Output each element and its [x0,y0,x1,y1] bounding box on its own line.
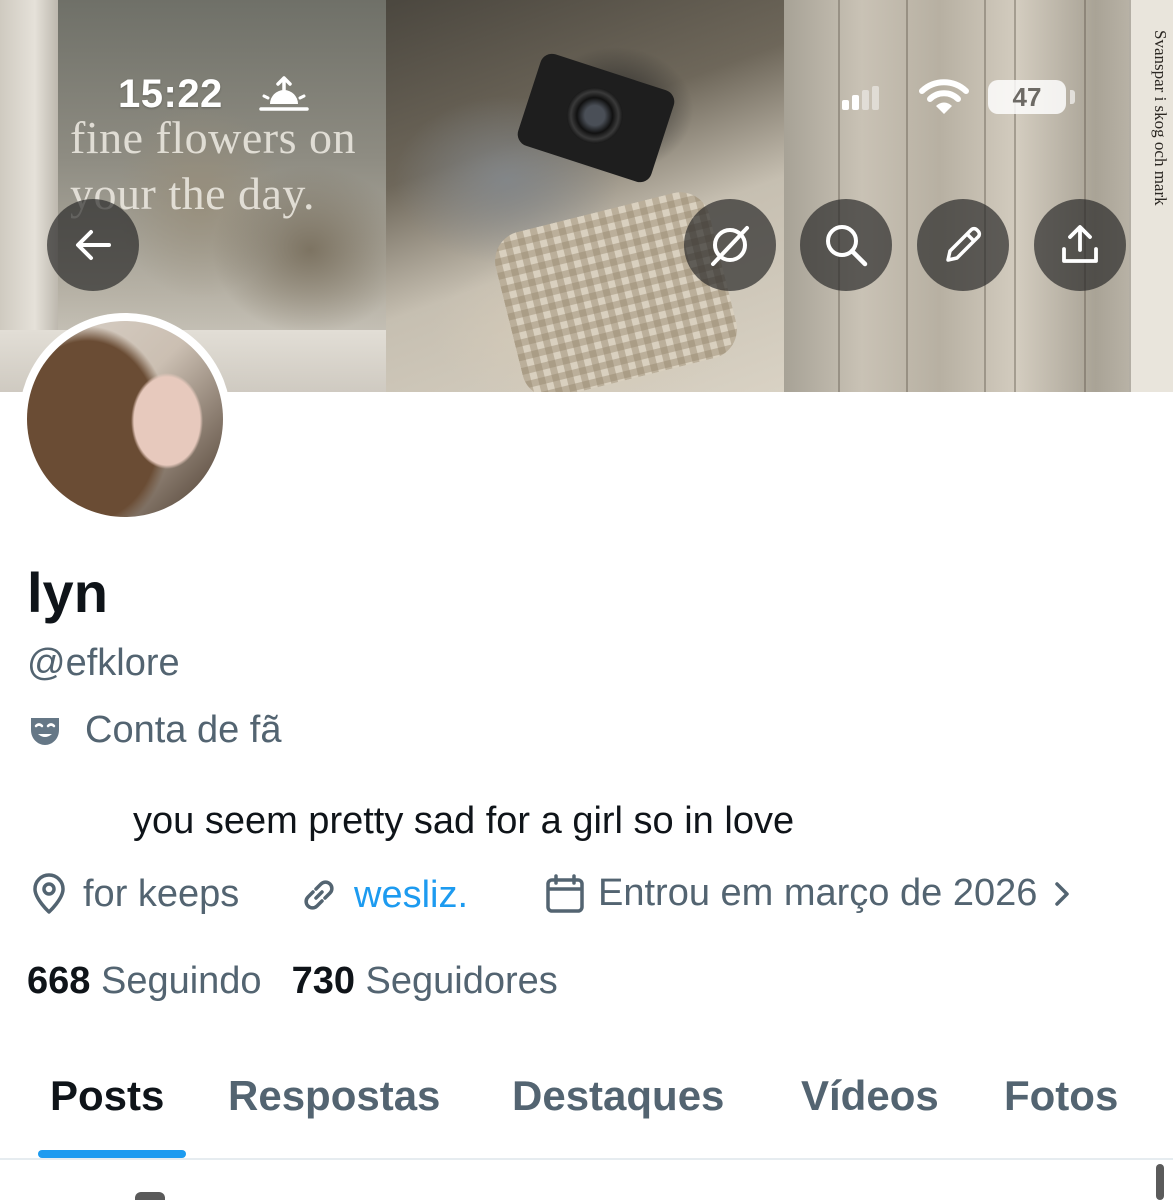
wifi-icon [919,79,969,114]
search-icon [826,225,868,267]
profile-website[interactable]: wesliz. [296,872,468,918]
book-spine [838,0,900,392]
arrow-left-icon [76,230,111,260]
scrollbar[interactable] [1156,1164,1164,1200]
back-button[interactable] [47,199,139,291]
sunrise-icon [259,76,309,111]
avatar[interactable] [19,313,231,525]
share-icon [1062,225,1098,263]
pencil-icon [946,226,982,262]
followers-stat[interactable]: 730 Seguidores [292,960,558,1002]
book-spine [1014,0,1076,392]
avatar-image [27,321,223,517]
link-icon [304,880,334,910]
profile-category: Conta de fã [27,709,281,752]
profile-bio: you seem pretty sad for a girl so in lov… [133,800,795,842]
tabs-divider [0,1158,1173,1160]
joined-label: Entrou em março de 2026 [598,872,1038,914]
pinned-icon [135,1192,165,1200]
website-link[interactable]: wesliz. [354,874,468,917]
location-pin-icon [33,873,65,914]
cellular-signal-icon [842,86,879,110]
followers-count: 730 [291,960,355,1002]
edit-button[interactable] [917,199,1009,291]
profile-joined-date[interactable]: Entrou em março de 2026 [544,872,1075,915]
followers-label: Seguidores [365,960,558,1002]
search-button[interactable] [800,199,892,291]
tab-highlights[interactable]: Destaques [512,1072,724,1120]
category-label: Conta de fã [85,709,282,751]
tab-replies[interactable]: Respostas [228,1072,440,1120]
grok-icon [711,226,749,266]
following-label: Seguindo [100,960,262,1002]
share-button[interactable] [1034,199,1126,291]
following-stat[interactable]: 668 Seguindo [27,960,262,1002]
book-spine [984,0,1016,392]
following-count: 668 [27,960,91,1002]
grok-button[interactable] [684,199,776,291]
banner-window-photo: fine flowers on your the day. [0,0,386,392]
book-spine [906,0,978,392]
banner-camera-photo [386,0,784,392]
calendar-icon [546,873,584,913]
location-label: for keeps [83,872,240,915]
chevron-right-icon [1055,881,1070,906]
camera-image [514,50,678,186]
display-name: lyn [27,561,108,624]
active-tab-indicator [38,1150,186,1158]
banner-books-photo [784,0,1173,392]
tab-photos[interactable]: Fotos [1004,1072,1118,1120]
profile-location: for keeps [27,872,239,916]
profile-tabs: Posts Respostas Destaques Vídeos Fotos [0,1060,1173,1160]
status-time: 15:22 [118,72,223,116]
camera-lens [559,80,630,151]
book-spine-title: Svanspar i skog och mark [1151,30,1170,206]
battery-tip [1070,90,1075,104]
follow-stats: 668 Seguindo 730 Seguidores [27,960,558,1003]
username-handle: @efklore [27,642,180,684]
tab-videos[interactable]: Vídeos [801,1072,939,1120]
tab-posts[interactable]: Posts [50,1072,164,1120]
battery-level: 47 [988,80,1066,114]
theater-masks-icon [31,717,59,745]
book-spine [1084,0,1126,392]
